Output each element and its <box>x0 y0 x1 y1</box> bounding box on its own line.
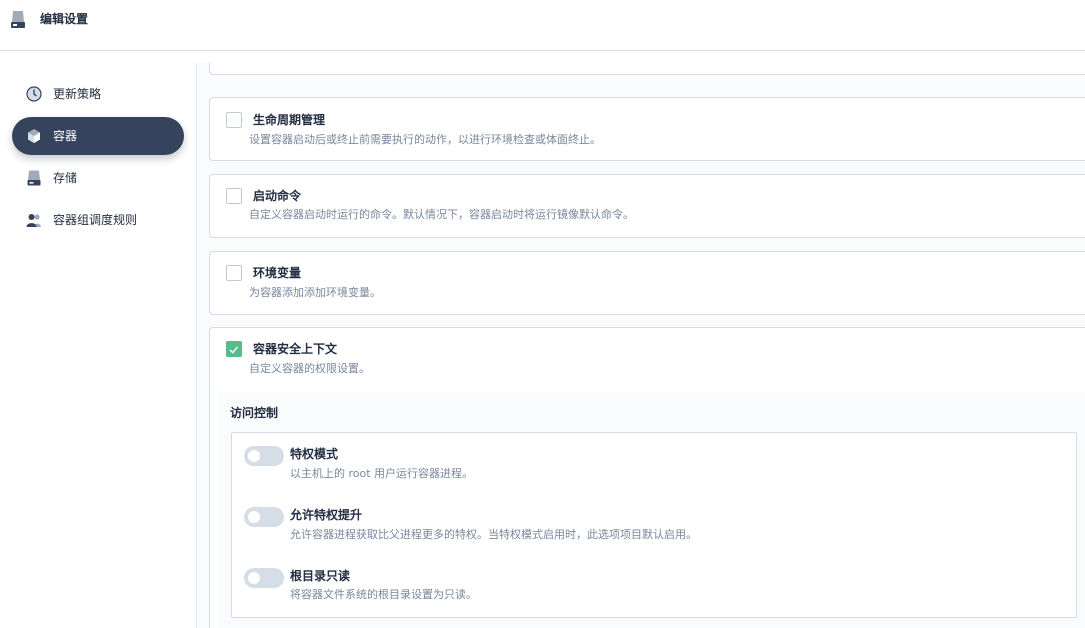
sidebar-item-scheduling-rules[interactable]: 容器组调度规则 <box>12 201 184 239</box>
card-description: 设置容器启动后或终止前需要执行的动作，以进行环境检查或体面终止。 <box>249 133 601 146</box>
sidebar-item-container[interactable]: 容器 <box>12 117 184 155</box>
option-description: 允许容器进程获取比父进程更多的特权。当特权模式启用时，此选项项目默认启用。 <box>290 528 697 541</box>
card-description: 为容器添加添加环境变量。 <box>249 286 381 299</box>
env-vars-checkbox[interactable] <box>226 265 242 281</box>
main-content: 生命周期管理 设置容器启动后或终止前需要执行的动作，以进行环境检查或体面终止。 … <box>197 63 1085 628</box>
card-title: 生命周期管理 <box>253 113 326 127</box>
toggle-knob <box>248 450 260 462</box>
sidebar-item-label: 容器 <box>53 129 78 143</box>
option-description: 以主机上的 root 用户运行容器进程。 <box>290 467 474 480</box>
access-control-title: 访问控制 <box>230 406 279 420</box>
card-title: 容器安全上下文 <box>253 342 338 356</box>
storage-icon <box>11 11 25 28</box>
start-command-checkbox[interactable] <box>226 188 242 204</box>
lifecycle-card[interactable]: 生命周期管理 设置容器启动后或终止前需要执行的动作，以进行环境检查或体面终止。 <box>209 97 1085 161</box>
privileged-mode-toggle[interactable] <box>244 446 284 466</box>
card-description: 自定义容器的权限设置。 <box>249 362 370 375</box>
sidebar: 更新策略 容器 存储 容器组调度规则 <box>0 63 197 628</box>
option-title: 特权模式 <box>290 447 339 461</box>
sidebar-item-update-strategy[interactable]: 更新策略 <box>12 75 184 113</box>
clock-icon <box>26 86 42 102</box>
toggle-knob <box>248 511 260 523</box>
sidebar-item-label: 更新策略 <box>53 87 102 101</box>
card-title: 启动命令 <box>253 189 302 203</box>
users-icon <box>26 214 41 227</box>
toggle-knob <box>248 572 260 584</box>
security-context-checkbox[interactable] <box>226 341 242 357</box>
container-icon <box>28 129 40 143</box>
privilege-escalation-toggle[interactable] <box>244 507 284 527</box>
storage-icon <box>27 170 41 186</box>
readonly-root-toggle[interactable] <box>244 568 284 588</box>
access-control-options: 特权模式 以主机上的 root 用户运行容器进程。 允许特权提升 允许容器进程获… <box>231 432 1077 618</box>
access-control-section: 访问控制 特权模式 以主机上的 root 用户运行容器进程。 允许特权提升 允许… <box>219 392 1085 628</box>
lifecycle-checkbox[interactable] <box>226 112 242 128</box>
option-description: 将容器文件系统的根目录设置为只读。 <box>290 588 477 601</box>
card-description: 自定义容器启动时运行的命令。默认情况下，容器启动时将运行镜像默认命令。 <box>249 208 634 221</box>
card-title: 环境变量 <box>253 266 302 280</box>
previous-card <box>209 63 1085 75</box>
dialog-header: 编辑设置 <box>0 0 1085 51</box>
option-title: 根目录只读 <box>290 569 351 583</box>
security-context-card[interactable]: 容器安全上下文 自定义容器的权限设置。 访问控制 特权模式 以主机上的 root… <box>209 327 1085 628</box>
start-command-card[interactable]: 启动命令 自定义容器启动时运行的命令。默认情况下，容器启动时将运行镜像默认命令。 <box>209 174 1085 238</box>
sidebar-item-label: 存储 <box>53 171 78 185</box>
check-icon <box>229 346 239 354</box>
option-title: 允许特权提升 <box>290 508 363 522</box>
env-vars-card[interactable]: 环境变量 为容器添加添加环境变量。 <box>209 251 1085 315</box>
dialog-title: 编辑设置 <box>40 12 89 26</box>
sidebar-item-storage[interactable]: 存储 <box>12 159 184 197</box>
sidebar-item-label: 容器组调度规则 <box>53 213 138 227</box>
